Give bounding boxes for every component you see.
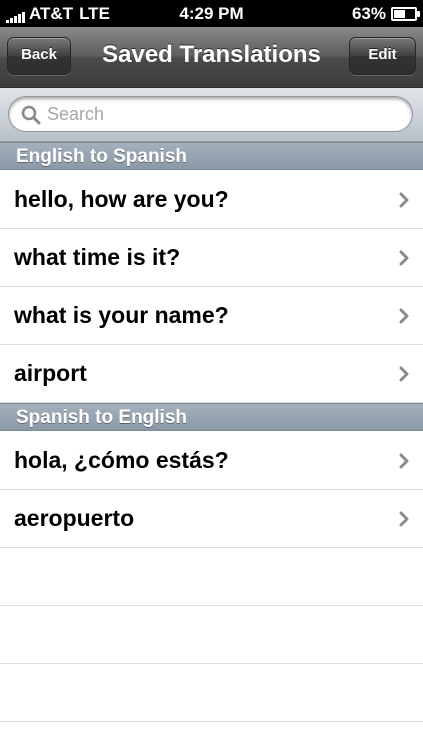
section-header-spanish-to-english: Spanish to English [0, 403, 423, 431]
edit-button[interactable]: Edit [349, 37, 416, 75]
back-button[interactable]: Back [7, 37, 71, 75]
navigation-bar: Saved Translations Back Edit [0, 27, 423, 88]
list-item-label: airport [14, 360, 87, 386]
status-bar: AT&T LTE 4:29 PM 63% [0, 0, 423, 27]
chevron-right-icon [399, 308, 409, 324]
app-screen: AT&T LTE 4:29 PM 63% Saved Translations … [0, 0, 423, 750]
list-item-label: hola, ¿cómo estás? [14, 447, 229, 473]
list-item[interactable]: airport [0, 345, 423, 403]
search-input[interactable] [47, 98, 402, 130]
search-field[interactable] [8, 96, 413, 132]
list-item[interactable]: aeropuerto [0, 490, 423, 548]
list-item-label: hello, how are you? [14, 186, 229, 212]
list-item-label: what time is it? [14, 244, 181, 270]
list-item-label: what is your name? [14, 302, 229, 328]
search-icon [21, 105, 41, 125]
list-item[interactable]: what time is it? [0, 229, 423, 287]
chevron-right-icon [399, 250, 409, 266]
battery-nub [417, 10, 420, 17]
chevron-right-icon [399, 453, 409, 469]
chevron-right-icon [399, 366, 409, 382]
search-bar [0, 88, 423, 142]
empty-row [0, 664, 423, 722]
battery-percent: 63% [351, 4, 386, 23]
list-item[interactable]: what is your name? [0, 287, 423, 345]
battery-fill [394, 9, 405, 18]
section-header-english-to-spanish: English to Spanish [0, 142, 423, 170]
battery-icon [391, 6, 420, 21]
list-item[interactable]: hola, ¿cómo estás? [0, 432, 423, 490]
chevron-right-icon [399, 511, 409, 527]
empty-row [0, 606, 423, 664]
status-right: 63% [351, 4, 420, 23]
empty-row [0, 548, 423, 606]
chevron-right-icon [399, 192, 409, 208]
list-item-label: aeropuerto [14, 505, 135, 531]
list-item[interactable]: hello, how are you? [0, 171, 423, 229]
